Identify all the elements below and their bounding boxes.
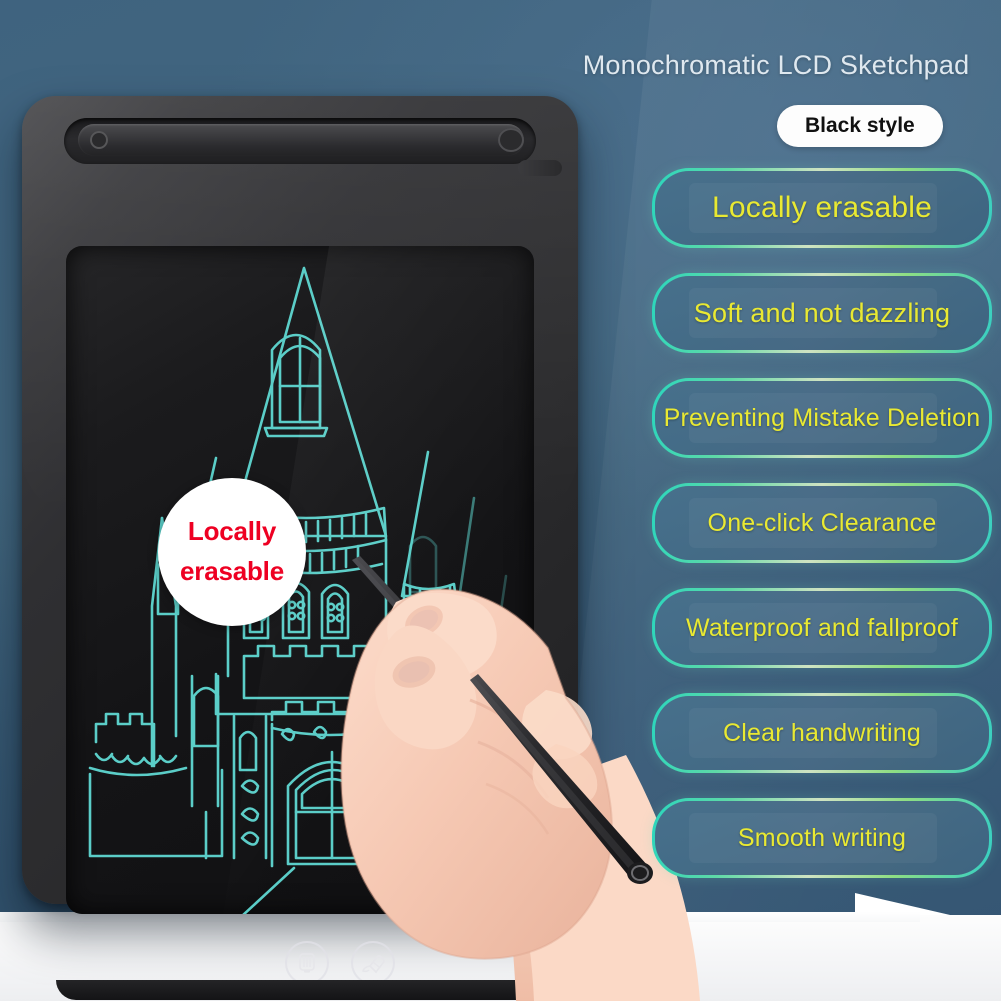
feature-pill-5[interactable]: Clear handwriting — [652, 693, 992, 773]
feature-label: Soft and not dazzling — [693, 297, 951, 328]
stylus-in-holder[interactable] — [78, 124, 562, 176]
feature-pill-0[interactable]: Locally erasable — [652, 168, 992, 248]
page-title: Monochromatic LCD Sketchpad — [582, 50, 970, 80]
feature-label: Preventing Mistake Deletion — [663, 403, 981, 432]
product-image: Locally erasable Monochromatic LCD Sketc… — [0, 0, 1001, 1001]
stylus-tip — [518, 160, 562, 176]
feature-label: Smooth writing — [737, 823, 907, 852]
clear-button[interactable] — [285, 941, 329, 985]
feature-list: Locally erasable Soft and not dazzling P… — [652, 168, 992, 903]
feature-pill-4[interactable]: Waterproof and fallproof — [652, 588, 992, 668]
feature-label: Clear handwriting — [723, 718, 921, 747]
stylus-cap — [498, 128, 524, 152]
badge-line-1: Locally — [187, 516, 277, 547]
feature-label: Locally erasable — [712, 191, 932, 224]
erase-button[interactable] — [351, 941, 395, 985]
feature-pill-3[interactable]: One-click Clearance — [652, 483, 992, 563]
lcd-writing-tablet: Locally erasable — [22, 96, 590, 1000]
feature-pill-1[interactable]: Soft and not dazzling — [652, 273, 992, 353]
feature-pill-2[interactable]: Preventing Mistake Deletion — [652, 378, 992, 458]
eraser-icon — [362, 955, 385, 974]
style-badge: Black style — [777, 105, 943, 147]
feature-label: One-click Clearance — [707, 508, 937, 537]
feature-pill-6[interactable]: Smooth writing — [652, 798, 992, 878]
lcd-screen[interactable]: Locally erasable — [66, 246, 534, 914]
device-button-row — [285, 941, 395, 985]
trash-icon — [299, 953, 315, 973]
badge-line-2: erasable — [180, 556, 284, 586]
feature-label: Waterproof and fallproof — [685, 613, 959, 642]
locally-erasable-badge: Locally erasable — [158, 478, 306, 626]
tablet-bottom-edge — [56, 980, 590, 1000]
